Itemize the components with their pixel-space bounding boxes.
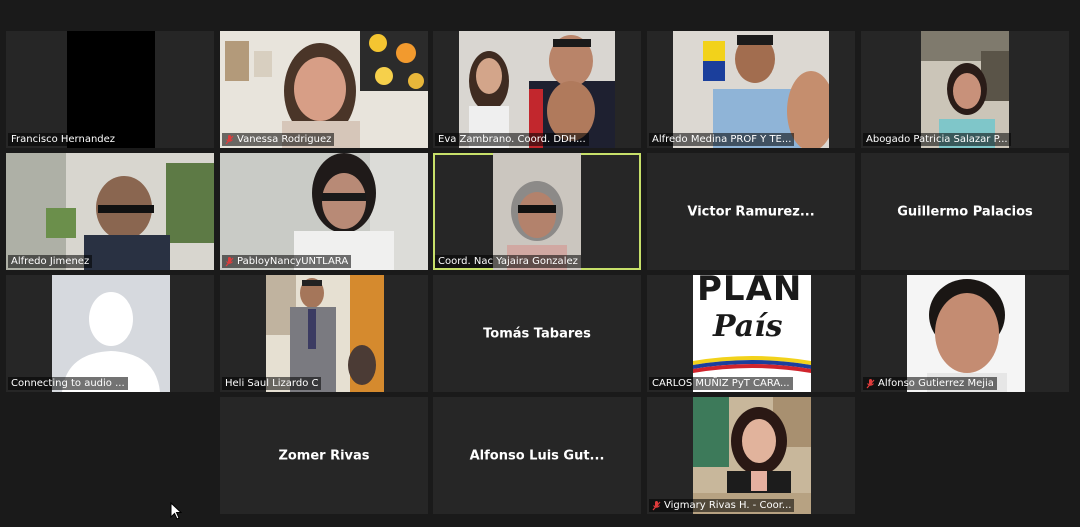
muted-microphone-icon bbox=[652, 500, 661, 511]
mouse-cursor-icon bbox=[170, 502, 182, 520]
participant-name-label: Alfredo Jimenez bbox=[8, 255, 93, 268]
participant-tile-vanessa-rodriguez[interactable]: Vanessa Rodriguez bbox=[220, 31, 428, 148]
logo-text-top: PLAN bbox=[697, 275, 803, 309]
video-feed bbox=[6, 153, 214, 270]
participant-name: Connecting to audio ... bbox=[11, 378, 125, 389]
participant-tile-tomas-tabares[interactable]: Tomás Tabares bbox=[433, 275, 641, 392]
video-feed bbox=[220, 31, 428, 148]
participant-name: Alfredo Medina PROF Y TE... bbox=[652, 134, 792, 145]
participant-tile-victor-ramurez[interactable]: Victor Ramurez... bbox=[647, 153, 855, 270]
participant-tile-vigmary-rivas[interactable]: Vigmary Rivas H. - Coor... bbox=[647, 397, 855, 514]
video-feed bbox=[67, 31, 155, 148]
plan-pais-logo: PLAN País bbox=[693, 275, 811, 392]
participant-tile-alfonso-gutierrez-mejia[interactable]: Alfonso Gutierrez Mejia bbox=[861, 275, 1069, 392]
participant-name: Heli Saul Lizardo C bbox=[225, 378, 319, 389]
participant-tile-pabloynancy[interactable]: PabloyNancyUNTLARA bbox=[220, 153, 428, 270]
participant-name-label: Eva Zambrano. Coord. DDH... bbox=[435, 133, 589, 146]
participant-tile-francisco-hernandez[interactable]: Francisco Hernandez bbox=[6, 31, 214, 148]
participant-name: Alfredo Jimenez bbox=[11, 256, 90, 267]
video-feed bbox=[921, 31, 1009, 148]
participant-tile-carlos-muniz[interactable]: PLAN País CARLOS MUÑIZ PyT CARA... bbox=[647, 275, 855, 392]
participant-name: CARLOS MUÑIZ PyT CARA... bbox=[652, 378, 790, 389]
video-feed bbox=[673, 31, 829, 148]
participant-tile-zomer-rivas[interactable]: Zomer Rivas bbox=[220, 397, 428, 514]
video-feed bbox=[459, 31, 615, 148]
default-avatar-icon bbox=[52, 275, 170, 392]
participant-name-label: Vanessa Rodriguez bbox=[222, 133, 335, 146]
participant-tile-alfredo-medina[interactable]: Alfredo Medina PROF Y TE... bbox=[647, 31, 855, 148]
participant-name-label: Alfredo Medina PROF Y TE... bbox=[649, 133, 795, 146]
video-feed bbox=[907, 275, 1025, 392]
logo-text-bottom: País bbox=[713, 309, 783, 344]
video-feed bbox=[266, 275, 384, 392]
participant-name: PabloyNancyUNTLARA bbox=[237, 256, 349, 267]
participant-tile-eva-zambrano[interactable]: Eva Zambrano. Coord. DDH... bbox=[433, 31, 641, 148]
participant-tile-connecting-to-audio[interactable]: Connecting to audio ... bbox=[6, 275, 214, 392]
participant-name-centered: Guillermo Palacios bbox=[897, 204, 1033, 219]
participant-name-label: Coord. Nac Yajaira Gonzalez bbox=[435, 255, 581, 268]
participant-name-centered: Zomer Rivas bbox=[278, 448, 370, 463]
participant-tile-alfonso-luis-gut[interactable]: Alfonso Luis Gut... bbox=[433, 397, 641, 514]
video-feed bbox=[220, 153, 428, 270]
participant-name-label: Abogado Patricia Salazar P... bbox=[863, 133, 1011, 146]
participant-name-label: Heli Saul Lizardo C bbox=[222, 377, 322, 390]
participant-name: Eva Zambrano. Coord. DDH... bbox=[438, 134, 586, 145]
participant-name: Abogado Patricia Salazar P... bbox=[866, 134, 1008, 145]
participant-tile-alfredo-jimenez[interactable]: Alfredo Jimenez bbox=[6, 153, 214, 270]
muted-microphone-icon bbox=[225, 134, 234, 145]
participant-name-label: Connecting to audio ... bbox=[8, 377, 128, 390]
muted-microphone-icon bbox=[225, 256, 234, 267]
participant-name-label: Vigmary Rivas H. - Coor... bbox=[649, 499, 795, 512]
participant-tile-guillermo-palacios[interactable]: Guillermo Palacios bbox=[861, 153, 1069, 270]
participant-tile-yajaira-gonzalez-active-speaker[interactable]: Coord. Nac Yajaira Gonzalez bbox=[433, 153, 641, 270]
participant-name-label: CARLOS MUÑIZ PyT CARA... bbox=[649, 377, 793, 390]
muted-microphone-icon bbox=[866, 378, 875, 389]
participant-name-label: PabloyNancyUNTLARA bbox=[222, 255, 352, 268]
participant-name: Vigmary Rivas H. - Coor... bbox=[664, 500, 792, 511]
participant-tile-patricia-salazar[interactable]: Abogado Patricia Salazar P... bbox=[861, 31, 1069, 148]
participant-name: Alfonso Gutierrez Mejia bbox=[878, 378, 994, 389]
participant-name: Francisco Hernandez bbox=[11, 134, 116, 145]
participant-tile-heli-saul-lizardo[interactable]: Heli Saul Lizardo C bbox=[220, 275, 428, 392]
participant-name: Coord. Nac Yajaira Gonzalez bbox=[438, 256, 578, 267]
participant-name: Vanessa Rodriguez bbox=[237, 134, 332, 145]
video-feed bbox=[493, 153, 581, 270]
participant-name-centered: Tomás Tabares bbox=[483, 326, 591, 341]
participant-name-centered: Victor Ramurez... bbox=[687, 204, 815, 219]
participant-name-centered: Alfonso Luis Gut... bbox=[469, 448, 605, 463]
participant-name-label: Francisco Hernandez bbox=[8, 133, 119, 146]
video-feed bbox=[693, 397, 811, 514]
participant-name-label: Alfonso Gutierrez Mejia bbox=[863, 377, 997, 390]
